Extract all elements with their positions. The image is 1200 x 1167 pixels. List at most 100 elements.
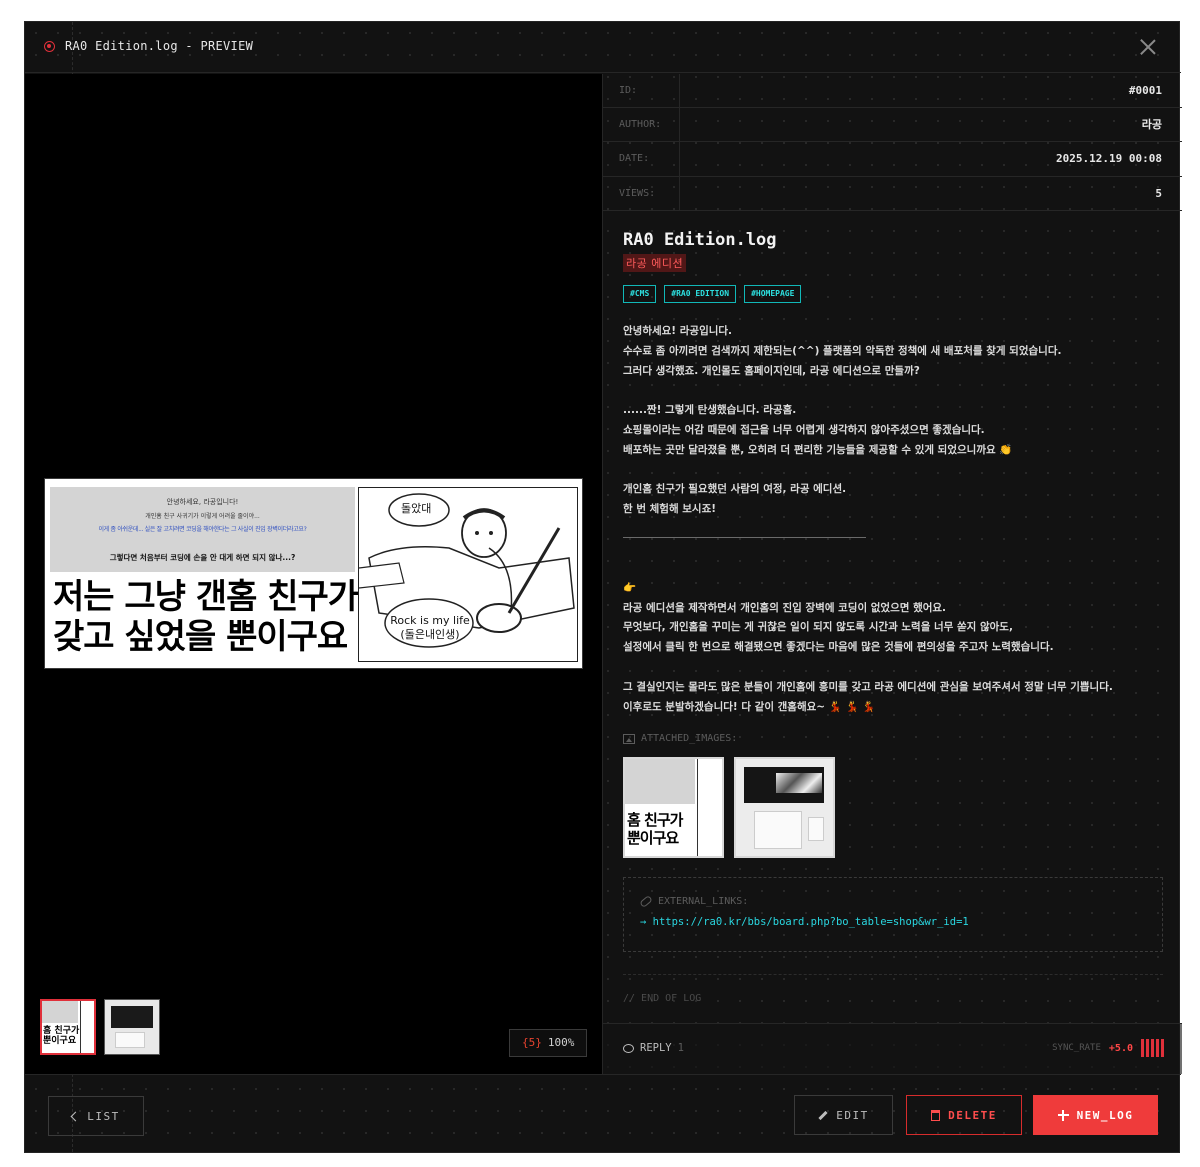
reply-count: 1 bbox=[677, 1042, 684, 1054]
body-line: 한 번 체험해 보시죠! bbox=[623, 503, 717, 516]
new-log-button[interactable]: NEW_LOG bbox=[1033, 1095, 1158, 1135]
post-subtitle: 라공 에디션 bbox=[623, 254, 687, 272]
dance-emoji: 💃 💃 💃 bbox=[828, 700, 876, 713]
sync-rate: SYNC_RATE +5.0 bbox=[1052, 1039, 1164, 1057]
attached-images-text: ATTACHED_IMAGES: bbox=[641, 733, 738, 744]
edit-button[interactable]: EDIT bbox=[794, 1095, 893, 1135]
chevron-left-icon bbox=[70, 1111, 81, 1121]
zoom-indicator: {5} 100% bbox=[509, 1029, 588, 1057]
comic-headline-line: 갖고 싶었을 뿐이구요 bbox=[53, 617, 348, 657]
comic-text: 그렇다면 처음부터 코딩에 손을 안 대게 하면 되지 않나...? bbox=[109, 553, 296, 562]
new-log-button-label: NEW_LOG bbox=[1076, 1108, 1134, 1122]
tag-ra0-edition[interactable]: #RA0 EDITION bbox=[664, 285, 737, 303]
list-button-label: LIST bbox=[87, 1109, 120, 1123]
meta-value: 라공 bbox=[1141, 118, 1162, 131]
sync-bar bbox=[1151, 1039, 1154, 1057]
link-icon bbox=[639, 894, 653, 909]
meta-value: 2025.12.19 00:08 bbox=[1056, 152, 1162, 165]
trash-icon bbox=[931, 1109, 941, 1121]
speech-bubble-line: (돌은내인생) bbox=[400, 628, 460, 641]
body-line: 그 결실인지는 몰라도 많은 분들이 개인홈에 흥미를 갖고 라공 에디션에 관… bbox=[623, 680, 1113, 693]
post-title: RA0 Edition.log bbox=[623, 230, 777, 250]
body-line: ......짠! 그렇게 탄생했습니다. 라공홈. bbox=[623, 404, 797, 417]
modal-header: RA0 Edition.log - PREVIEW bbox=[25, 22, 1181, 73]
image-index: {5} bbox=[522, 1036, 542, 1049]
post-body: 안녕하세요! 라공입니다. 수수료 좀 아끼려면 검색까지 제한되는(^^) 플… bbox=[623, 322, 1163, 717]
external-link[interactable]: → https://ra0.kr/bbs/board.php?bo_table=… bbox=[640, 916, 969, 928]
sync-bar bbox=[1161, 1039, 1164, 1057]
delete-button-label: DELETE bbox=[948, 1108, 997, 1122]
edit-button-label: EDIT bbox=[836, 1108, 869, 1122]
external-links-box: EXTERNAL_LINKS: → https://ra0.kr/bbs/boa… bbox=[623, 877, 1163, 952]
preview-modal: RA0 Edition.log - PREVIEW 안녕하세요, 라공입니다! … bbox=[24, 21, 1182, 1153]
sync-rate-label: SYNC_RATE bbox=[1052, 1043, 1101, 1053]
sync-rate-value: +5.0 bbox=[1108, 1042, 1133, 1054]
comic-headline-line: 저는 그냥 갠홈 친구가 bbox=[53, 577, 359, 617]
meta-row-views: VIEWS: 5 bbox=[603, 177, 1182, 211]
speech-bubble-line: Rock is my life bbox=[390, 614, 470, 627]
viewer-thumbnail[interactable]: 홈 친구가 뿐이구요 bbox=[40, 999, 96, 1055]
sync-bar bbox=[1146, 1039, 1149, 1057]
meta-key: ID: bbox=[603, 74, 680, 108]
image-viewer: 안녕하세요, 라공입니다! 개인홈 친구 사귀기가 이렇게 어려울 줄이야...… bbox=[25, 74, 602, 1074]
attached-image-caption-line: 홈 친구가 bbox=[627, 811, 683, 829]
attached-image-caption: 홈 친구가 뿐이구요 bbox=[627, 811, 683, 847]
thumb-caption-line: 홈 친구가 bbox=[43, 1026, 80, 1036]
attached-images: 홈 친구가 뿐이구요 bbox=[623, 757, 835, 858]
body-divider bbox=[623, 536, 866, 538]
body-line: 그러다 생각했죠. 개인몰도 홈페이지인데, 라공 에디션으로 만들까? bbox=[623, 364, 920, 377]
sync-bar bbox=[1156, 1039, 1159, 1057]
thumb-caption-line: 뿐이구요 bbox=[43, 1036, 77, 1046]
attached-image-2[interactable] bbox=[734, 757, 835, 858]
clap-emoji: 👏 bbox=[999, 443, 1013, 456]
attached-image-1[interactable]: 홈 친구가 뿐이구요 bbox=[623, 757, 724, 858]
pencil-icon bbox=[818, 1110, 828, 1120]
meta-value: #0001 bbox=[1128, 84, 1162, 97]
comic-text: 안녕하세요, 라공입니다! bbox=[166, 498, 239, 506]
end-of-log: // END OF LOG bbox=[623, 993, 702, 1004]
delete-button[interactable]: DELETE bbox=[906, 1095, 1022, 1135]
close-icon[interactable] bbox=[1139, 38, 1157, 56]
meta-value: 5 bbox=[1155, 187, 1162, 200]
body-line: 무엇보다, 개인홈을 꾸미는 게 귀찮은 일이 되지 않도록 시간과 노력을 너… bbox=[623, 621, 1013, 634]
viewer-thumbnail[interactable] bbox=[104, 999, 160, 1055]
end-divider bbox=[623, 974, 1163, 975]
list-button[interactable]: LIST bbox=[48, 1096, 144, 1136]
point-emoji: 👉 bbox=[623, 581, 637, 594]
plus-icon bbox=[1057, 1109, 1069, 1121]
body-line: 개인홈 친구가 필요했던 사람의 여정, 라공 에디션. bbox=[623, 483, 847, 496]
tag-cms[interactable]: #CMS bbox=[623, 285, 657, 303]
reply-bar: REPLY 1 SYNC_RATE +5.0 bbox=[603, 1023, 1182, 1074]
comic-headline: 저는 그냥 갠홈 친구가 갖고 싶었을 뿐이구요 bbox=[53, 577, 359, 657]
meta-key: VIEWS: bbox=[603, 177, 680, 211]
body-line: 배포하는 곳만 달라졌을 뿐, 오히려 더 편리한 기능들을 제공할 수 있게 … bbox=[623, 441, 1163, 461]
reply-button[interactable]: REPLY 1 bbox=[623, 1042, 684, 1054]
meta-row-author: AUTHOR: 라공 bbox=[603, 108, 1182, 142]
body-line-text: 배포하는 곳만 달라졌을 뿐, 오히려 더 편리한 기능들을 제공할 수 있게 … bbox=[623, 443, 996, 456]
speech-bubble-text: 돌았대 bbox=[401, 502, 432, 515]
external-links-label: EXTERNAL_LINKS: bbox=[639, 894, 749, 909]
external-links-text: EXTERNAL_LINKS: bbox=[658, 896, 749, 907]
body-line: 수수료 좀 아끼려면 검색까지 제한되는(^^) 플랫폼의 악독한 정책에 새 … bbox=[623, 344, 1062, 357]
attached-images-label: ATTACHED_IMAGES: bbox=[623, 733, 737, 744]
body-line: 라공 에디션을 제작하면서 개인홈의 진입 장벽에 코딩이 없었으면 했어요. bbox=[623, 601, 947, 614]
meta-row-id: ID: #0001 bbox=[603, 74, 1182, 108]
main-preview-image[interactable]: 안녕하세요, 라공입니다! 개인홈 친구 사귀기가 이렇게 어려울 줄이야...… bbox=[44, 478, 583, 669]
tag-list: #CMS #RA0 EDITION #HOMEPAGE bbox=[623, 285, 802, 303]
window-title: RA0 Edition.log - PREVIEW bbox=[65, 39, 254, 53]
comic-panel: 돌았대 Rock is my life (돌은내인생) bbox=[358, 487, 578, 662]
body-line: 쇼핑몰이라는 어감 때문에 접근을 너무 어렵게 생각하지 않아주셨으면 좋겠습… bbox=[623, 423, 985, 436]
comic-text: 이게 좀 아쉬운데... 실은 잘 고치려면 코딩을 해야한다는 그 사실이 진… bbox=[98, 526, 307, 533]
body-line: 설정에서 클릭 한 번으로 해결됐으면 좋겠다는 마음에 많은 것들에 편의성을… bbox=[623, 641, 1054, 654]
body-line: 안녕하세요! 라공입니다. bbox=[623, 325, 733, 337]
zoom-level: 100% bbox=[547, 1036, 575, 1049]
comic-intro-box: 안녕하세요, 라공입니다! 개인홈 친구 사귀기가 이렇게 어려울 줄이야...… bbox=[50, 487, 355, 572]
image-icon bbox=[623, 733, 635, 744]
sync-rate-bars bbox=[1141, 1039, 1164, 1057]
body-line-text: 이후로도 분발하겠습니다! 다 같이 갠홈해요~ bbox=[623, 700, 826, 713]
viewer-thumbnails: 홈 친구가 뿐이구요 bbox=[40, 999, 160, 1055]
meta-key: AUTHOR: bbox=[603, 108, 680, 142]
speech-bubble-text: Rock is my life (돌은내인생) bbox=[375, 614, 485, 642]
thumb-caption: 홈 친구가 뿐이구요 bbox=[43, 1026, 79, 1046]
tag-homepage[interactable]: #HOMEPAGE bbox=[744, 285, 802, 303]
